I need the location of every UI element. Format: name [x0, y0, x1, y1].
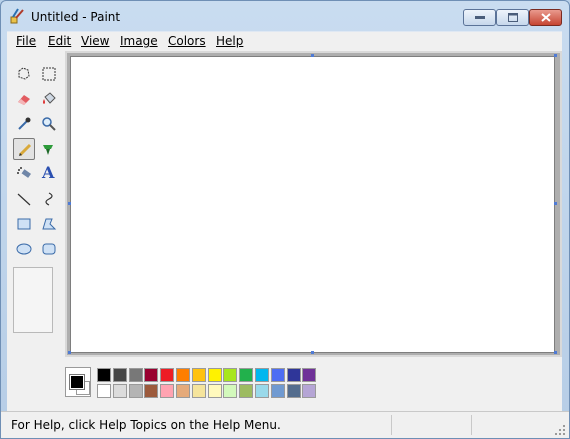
- resize-handle-left: [68, 202, 71, 205]
- color-swatch[interactable]: [302, 368, 317, 382]
- line-icon: [17, 193, 31, 206]
- color-swatch[interactable]: [160, 384, 175, 398]
- window-title: Untitled - Paint: [31, 10, 121, 24]
- menu-colors[interactable]: Colors: [168, 34, 206, 48]
- rounded-rectangle-icon: [42, 243, 56, 255]
- resize-handle-bottom-right[interactable]: [554, 351, 557, 354]
- text-icon: A: [42, 163, 55, 182]
- brush-tool[interactable]: [38, 138, 60, 160]
- resize-handle-bottom-left: [68, 351, 71, 354]
- status-separator: [471, 415, 472, 435]
- toolbox: A: [9, 59, 61, 333]
- polygon-icon: [42, 218, 57, 230]
- free-form-select-tool[interactable]: [13, 63, 35, 85]
- eraser-tool[interactable]: [13, 88, 35, 110]
- close-button[interactable]: [529, 9, 562, 26]
- color-swatch[interactable]: [223, 368, 238, 382]
- select-icon: [42, 67, 56, 81]
- color-swatch[interactable]: [191, 368, 206, 382]
- close-icon: [530, 10, 561, 25]
- color-swatch[interactable]: [144, 384, 159, 398]
- resize-handle-top: [311, 54, 314, 57]
- curve-icon: [45, 192, 53, 206]
- rectangle-icon: [17, 218, 31, 230]
- eraser-icon: [18, 95, 30, 105]
- color-swatch[interactable]: [270, 384, 285, 398]
- pencil-icon: [18, 143, 32, 157]
- title-bar[interactable]: Untitled - Paint: [1, 1, 569, 31]
- free-form-select-icon: [18, 67, 30, 80]
- color-palette: [65, 365, 325, 401]
- color-swatch[interactable]: [239, 368, 254, 382]
- resize-handle-top-right: [554, 54, 557, 57]
- color-swatch[interactable]: [302, 384, 317, 398]
- menu-image[interactable]: Image: [120, 34, 158, 48]
- rounded-rectangle-tool[interactable]: [38, 238, 60, 260]
- status-text: For Help, click Help Topics on the Help …: [11, 418, 281, 432]
- color-swatch[interactable]: [97, 384, 111, 398]
- client-area: A: [7, 51, 562, 411]
- rectangle-tool[interactable]: [13, 213, 35, 235]
- menu-edit[interactable]: Edit: [48, 34, 71, 48]
- resize-handle-right[interactable]: [554, 202, 557, 205]
- drawing-canvas[interactable]: [70, 56, 555, 353]
- polygon-tool[interactable]: [38, 213, 60, 235]
- airbrush-icon: [17, 167, 31, 178]
- color-swatch[interactable]: [207, 384, 222, 398]
- paint-app-icon[interactable]: [9, 8, 25, 24]
- color-swatch[interactable]: [239, 384, 254, 398]
- pencil-tool[interactable]: [13, 138, 35, 160]
- airbrush-tool[interactable]: [13, 163, 35, 185]
- ellipse-tool[interactable]: [13, 238, 35, 260]
- select-tool[interactable]: [38, 63, 60, 85]
- pick-color-icon: [18, 117, 31, 130]
- maximize-icon: [497, 10, 528, 25]
- pick-color-tool[interactable]: [13, 113, 35, 135]
- menu-bar: File Edit View Image Colors Help: [7, 31, 562, 52]
- menu-view[interactable]: View: [81, 34, 109, 48]
- color-swatch[interactable]: [270, 368, 285, 382]
- status-bar: For Help, click Help Topics on the Help …: [1, 411, 569, 438]
- resize-grip-icon[interactable]: [555, 425, 565, 435]
- magnifier-icon: [42, 117, 56, 131]
- fill-bucket-icon: [43, 92, 56, 104]
- color-swatch[interactable]: [144, 368, 159, 382]
- text-tool[interactable]: A: [38, 163, 60, 185]
- menu-help[interactable]: Help: [216, 34, 243, 48]
- brush-icon: [43, 145, 53, 155]
- color-swatch[interactable]: [286, 368, 301, 382]
- canvas-scroll-area: [65, 51, 562, 357]
- color-swatch[interactable]: [176, 384, 190, 398]
- ellipse-icon: [16, 243, 32, 255]
- color-swatch[interactable]: [286, 384, 301, 398]
- color-swatch[interactable]: [255, 368, 269, 382]
- fill-tool[interactable]: [38, 88, 60, 110]
- color-swatch[interactable]: [176, 368, 190, 382]
- color-swatch[interactable]: [207, 368, 222, 382]
- color-swatch[interactable]: [128, 384, 143, 398]
- minimize-button[interactable]: [463, 9, 496, 26]
- color-swatch[interactable]: [160, 368, 175, 382]
- foreground-color: [69, 374, 85, 390]
- color-swatch[interactable]: [255, 384, 269, 398]
- color-swatch[interactable]: [223, 384, 238, 398]
- maximize-button[interactable]: [496, 9, 529, 26]
- curve-tool[interactable]: [38, 188, 60, 210]
- tool-options-box[interactable]: [13, 267, 53, 333]
- current-colors-box[interactable]: [65, 367, 91, 397]
- menu-file[interactable]: File: [16, 34, 36, 48]
- color-swatch[interactable]: [128, 368, 143, 382]
- minimize-icon: [464, 10, 495, 25]
- color-swatch[interactable]: [112, 384, 127, 398]
- color-swatch[interactable]: [97, 368, 111, 382]
- paint-window: Untitled - Paint File Edit View Image Co…: [0, 0, 570, 439]
- magnifier-tool[interactable]: [38, 113, 60, 135]
- status-separator: [391, 415, 392, 435]
- color-swatch[interactable]: [112, 368, 127, 382]
- resize-handle-bottom[interactable]: [311, 351, 314, 354]
- color-swatch[interactable]: [191, 384, 206, 398]
- line-tool[interactable]: [13, 188, 35, 210]
